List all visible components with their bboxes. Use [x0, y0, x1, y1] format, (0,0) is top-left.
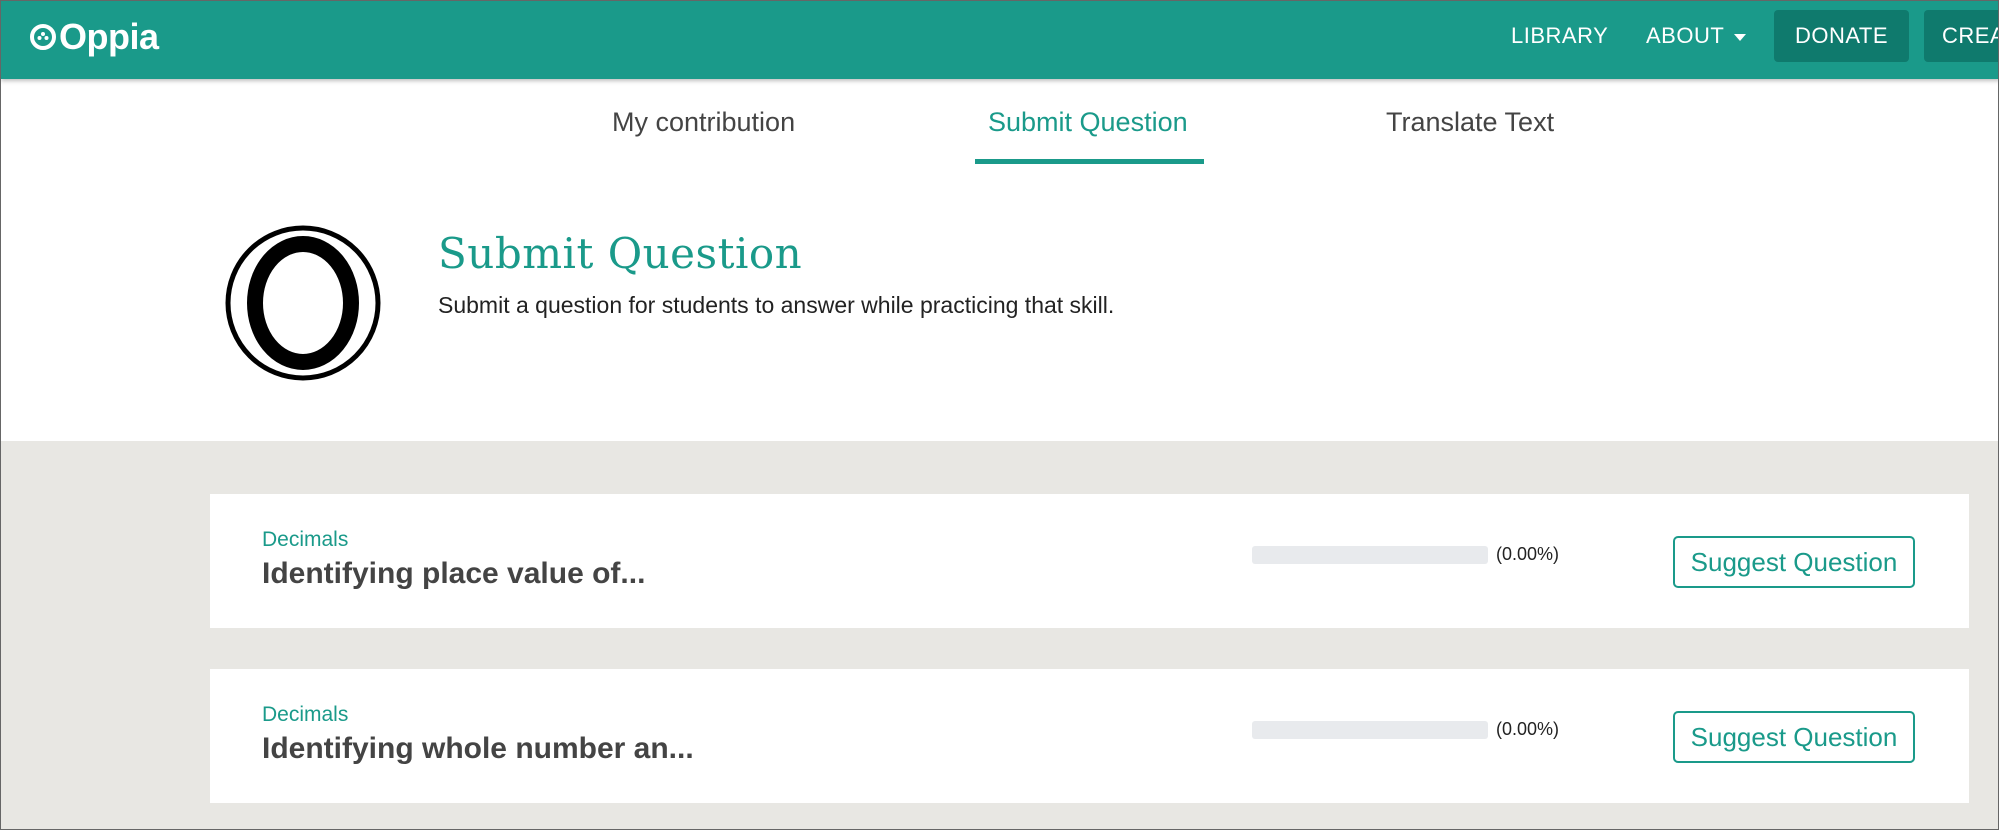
active-tab-indicator: [975, 159, 1204, 164]
tab-translate-text[interactable]: Translate Text: [1386, 107, 1554, 141]
suggest-question-button[interactable]: Suggest Question: [1673, 536, 1915, 588]
opportunity-skill: Identifying place value of...: [262, 557, 646, 590]
top-navbar: Oppia LIBRARY ABOUT DONATE CREA: [1, 1, 1998, 79]
page-description: Submit a question for students to answer…: [438, 292, 1115, 318]
progress-bar: [1252, 721, 1488, 739]
page-title: Submit Question: [438, 229, 803, 278]
logo-text: Oppia: [59, 16, 159, 57]
opportunity-card: Decimals Identifying whole number an... …: [210, 669, 1969, 803]
suggest-question-button[interactable]: Suggest Question: [1673, 711, 1915, 763]
oppia-logo-icon: [30, 24, 56, 50]
opportunity-card: Decimals Identifying place value of... (…: [210, 494, 1969, 628]
tab-my-contribution[interactable]: My contribution: [612, 107, 795, 141]
opportunity-topic: Decimals: [262, 703, 349, 726]
progress-percentage: (0.00%): [1496, 719, 1560, 739]
opportunity-skill: Identifying whole number an...: [262, 732, 694, 765]
submit-question-ring-icon: [225, 225, 381, 381]
chevron-down-icon: [1734, 33, 1747, 41]
opportunity-topic: Decimals: [262, 528, 349, 551]
nav-library-link[interactable]: LIBRARY: [1511, 21, 1608, 51]
progress-bar: [1252, 546, 1488, 564]
page-frame: Oppia LIBRARY ABOUT DONATE CREA My contr…: [0, 0, 1999, 830]
progress-percentage: (0.00%): [1496, 544, 1560, 564]
tab-submit-question[interactable]: Submit Question: [988, 107, 1188, 141]
nav-about-label: ABOUT: [1646, 23, 1725, 48]
donate-button[interactable]: DONATE: [1774, 10, 1909, 62]
create-button[interactable]: CREA: [1924, 10, 1998, 62]
nav-about-dropdown[interactable]: ABOUT: [1646, 21, 1747, 51]
oppia-logo[interactable]: Oppia: [29, 15, 159, 59]
